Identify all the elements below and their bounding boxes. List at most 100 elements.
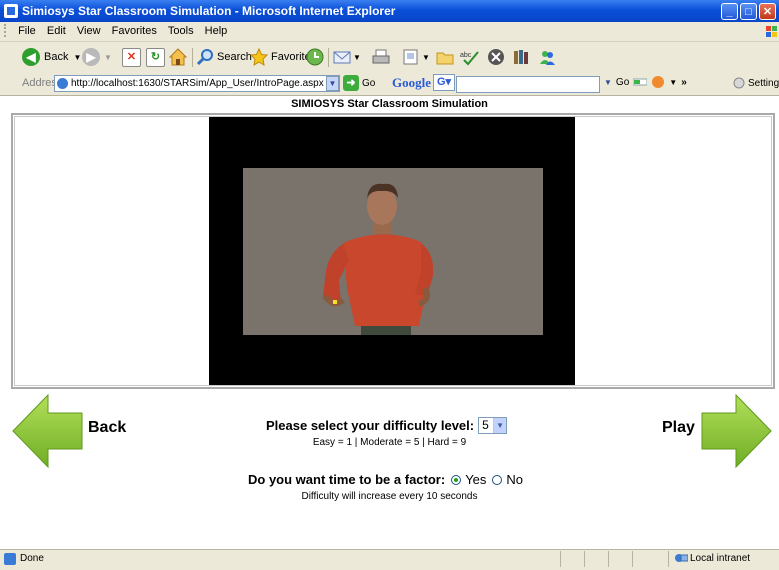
standard-toolbar: ◀ Back ▼ ▶ ▼ ✕ ↻ Search Favorites ▼ ▼ ab… [0, 42, 779, 73]
chevron-down-icon: ▼ [493, 418, 507, 433]
chevron-down-icon[interactable]: ▼ [669, 78, 677, 87]
google-tools: ▼ Go ▼ » [604, 75, 687, 89]
edit-page-icon [403, 49, 418, 65]
menu-favorites[interactable]: Favorites [108, 22, 161, 37]
books-icon [514, 50, 528, 64]
discuss-button[interactable] [436, 47, 454, 67]
forward-arrow-icon: ▶ [82, 48, 100, 66]
page-done-icon [4, 553, 16, 565]
window-title: Simiosys Star Classroom Simulation - Mic… [22, 4, 396, 18]
refresh-icon: ↻ [146, 47, 165, 67]
settings-icon [733, 77, 745, 89]
chevron-down-icon: ▼ [104, 52, 112, 62]
go-button-label: Go [362, 77, 376, 89]
page-title: SIMIOSYS Star Classroom Simulation [291, 98, 488, 110]
google-go-button[interactable]: Go [616, 77, 629, 88]
chevron-down-icon: ▼ [422, 52, 430, 62]
google-search-input[interactable] [456, 76, 600, 93]
difficulty-select[interactable]: 5 ▼ [478, 417, 508, 434]
windows-logo-icon [760, 22, 779, 41]
popup-blocker-icon[interactable] [651, 75, 665, 89]
difficulty-value: 5 [482, 418, 489, 432]
google-toolbar: Google G▾ [392, 74, 455, 91]
play-label[interactable]: Play [662, 419, 695, 437]
time-no-radio[interactable] [492, 474, 503, 485]
status-text: Done [20, 553, 44, 564]
research-button[interactable] [512, 47, 530, 67]
messenger-button[interactable] [538, 47, 556, 67]
go-button[interactable]: ➜ Go [343, 75, 375, 91]
home-button[interactable] [169, 47, 187, 67]
spell-check-icon: abc [460, 51, 479, 66]
time-factor-prompt: Do you want time to be a factor: [248, 472, 446, 487]
green-left-arrow-icon [12, 393, 83, 469]
stop-button[interactable]: ✕ [122, 47, 141, 67]
ie-app-icon [4, 4, 18, 18]
refresh-button[interactable]: ↻ [146, 47, 165, 67]
toolbar-overflow-chevron[interactable]: » [681, 77, 687, 88]
title-bar: Simiosys Star Classroom Simulation - Mic… [0, 0, 779, 22]
back-button[interactable]: ◀ Back ▼ [22, 47, 81, 67]
search-button[interactable]: Search [196, 47, 252, 67]
history-icon [306, 48, 324, 66]
time-yes-radio[interactable] [451, 474, 462, 485]
time-note: Difficulty will increase every 10 second… [301, 491, 478, 502]
messenger-icon [540, 51, 555, 65]
avatar-figure [243, 168, 543, 335]
time-no-label[interactable]: No [506, 472, 523, 487]
go-arrow-icon: ➜ [343, 75, 359, 91]
difficulty-note: Easy = 1 | Moderate = 5 | Hard = 9 [312, 437, 467, 448]
minimize-button[interactable]: _ [721, 3, 738, 20]
menu-tools[interactable]: Tools [164, 22, 198, 37]
zone-text: Local intranet [690, 553, 751, 564]
green-right-arrow-icon [701, 393, 772, 469]
address-url: http://localhost:1630/STARSim/App_User/I… [71, 78, 324, 89]
search-icon [196, 49, 213, 66]
settings-label: Settings [748, 77, 779, 89]
svg-text:abc: abc [460, 52, 472, 59]
mail-icon [333, 51, 351, 64]
intranet-zone-icon [674, 552, 689, 564]
difficulty-prompt: Please select your difficulty level: [266, 418, 475, 433]
back-button-label: Back [44, 51, 69, 63]
chevron-down-icon[interactable]: ▼ [604, 78, 612, 87]
google-logo: Google [392, 74, 431, 90]
home-icon [169, 48, 187, 66]
edit-button[interactable]: ▼ [402, 47, 430, 67]
close-button[interactable]: ✕ [759, 3, 776, 20]
teacher-avatar-scene [243, 168, 543, 335]
block-button[interactable] [487, 47, 505, 67]
difficulty-row: Please select your difficulty level: 5 ▼ [266, 417, 508, 434]
page-icon [57, 78, 68, 89]
maximize-button[interactable]: □ [740, 3, 757, 20]
menu-help[interactable]: Help [201, 22, 232, 37]
menu-grip [4, 24, 9, 37]
back-label[interactable]: Back [88, 419, 126, 437]
star-icon [250, 48, 268, 66]
chevron-down-icon: ▼ [73, 52, 82, 62]
stop-icon: ✕ [122, 47, 141, 67]
settings-button[interactable]: Settings [733, 77, 779, 89]
time-yes-label[interactable]: Yes [465, 472, 486, 487]
address-dropdown-button[interactable]: ▼ [326, 76, 339, 91]
back-arrow-button[interactable] [12, 393, 84, 469]
menu-file[interactable]: File [14, 22, 40, 37]
spell-check-button[interactable]: abc [460, 47, 482, 67]
pagerank-icon [633, 78, 648, 86]
menu-bar: File Edit View Favorites Tools Help [0, 22, 779, 42]
forward-button[interactable]: ▶ ▼ [82, 47, 112, 67]
time-factor-row: Do you want time to be a factor: Yes No [248, 472, 523, 487]
mail-button[interactable]: ▼ [333, 47, 361, 67]
printer-icon [372, 49, 390, 64]
history-button[interactable] [306, 47, 324, 67]
print-button[interactable] [372, 47, 390, 67]
play-arrow-button[interactable] [700, 393, 772, 469]
back-arrow-icon: ◀ [22, 48, 40, 66]
menu-edit[interactable]: Edit [43, 22, 70, 37]
google-search-menu[interactable]: G▾ [433, 74, 455, 91]
address-input[interactable]: http://localhost:1630/STARSim/App_User/I… [54, 75, 340, 92]
menu-view[interactable]: View [73, 22, 105, 37]
folder-icon [436, 52, 454, 65]
block-icon [488, 49, 504, 65]
status-bar [0, 549, 779, 570]
